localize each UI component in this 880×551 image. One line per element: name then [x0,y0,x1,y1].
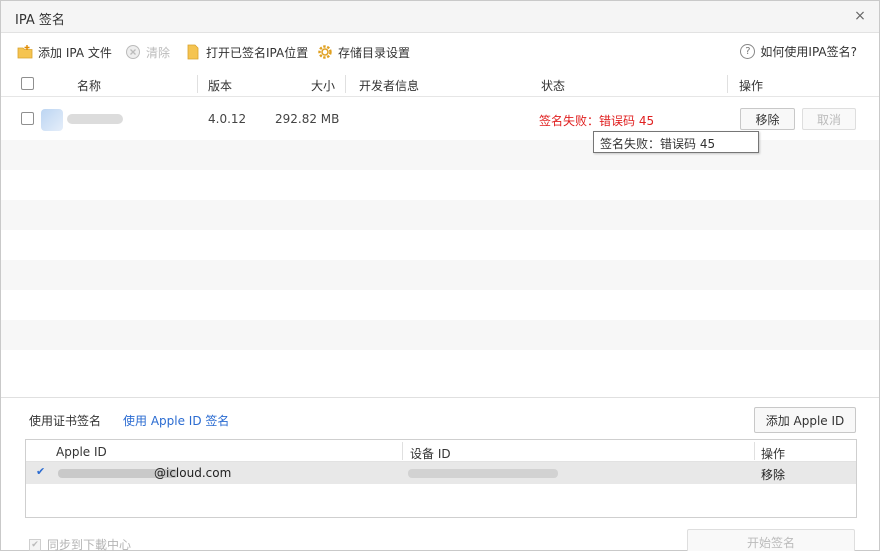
check-icon: ✔ [36,465,46,478]
app-size: 292.82 MB [275,112,340,126]
remove-button[interactable]: 移除 [740,108,795,130]
header-status: 状态 [541,79,566,93]
sync-option[interactable]: ✔ 同步到下載中心 [29,536,131,551]
app-icon [41,109,63,131]
remove-account-button[interactable]: 移除 [761,466,785,483]
sync-label: 同步到下載中心 [47,538,132,551]
device-id-redacted [408,469,558,478]
table-header: 名称 版本 大小 开发者信息 状态 操作 [1,71,879,97]
apple-id-table: Apple ID 设备 ID 操作 ✔ @icloud.com 移除 [25,439,857,518]
open-signed-label: 打开已签名IPA位置 [206,45,309,60]
apple-id-table-header: Apple ID 设备 ID 操作 [26,440,856,462]
window-title: IPA 签名 [15,13,65,28]
close-icon[interactable]: × [851,7,869,25]
app-version: 4.0.12 [208,112,247,126]
folder-icon [185,44,201,60]
folder-add-icon [17,44,33,60]
row-checkbox[interactable] [21,112,34,125]
header-developer: 开发者信息 [359,79,420,93]
gear-icon [317,44,333,60]
storage-settings-button[interactable]: 存储目录设置 [317,43,410,61]
apple-id-domain: @icloud.com [154,466,232,480]
header-version: 版本 [208,79,233,93]
sync-checkbox[interactable]: ✔ [29,538,41,551]
start-sign-button[interactable]: 开始签名 [687,529,855,551]
tab-apple-id-sign[interactable]: 使用 Apple ID 签名 [123,412,229,429]
app-name-redacted [67,114,123,124]
signing-mode-tabs: 使用证书签名 使用 Apple ID 签名 [29,412,229,429]
list-item[interactable]: ✔ @icloud.com 移除 [26,462,856,484]
ipa-sign-dialog: IPA 签名 × 添加 IPA 文件 清除 打开已签名IPA位置 存储目录设置 … [0,0,880,551]
clear-button[interactable]: 清除 [125,43,170,61]
title-bar: IPA 签名 × [1,1,879,33]
help-label: 如何使用IPA签名? [760,45,857,59]
header-device-id: 设备 ID [410,447,451,461]
add-ipa-label: 添加 IPA 文件 [38,45,112,60]
clear-label: 清除 [146,45,171,60]
storage-settings-label: 存储目录设置 [338,45,411,60]
toolbar: 添加 IPA 文件 清除 打开已签名IPA位置 存储目录设置 ? 如何使用IPA… [1,34,879,70]
header-action: 操作 [739,79,764,93]
header-apple-id: Apple ID [56,445,107,459]
status-tooltip: 签名失败：错误码 45 [593,131,759,153]
tab-cert-sign[interactable]: 使用证书签名 [29,412,101,429]
status-badge: 签名失败：错误码 45 [539,114,655,128]
add-apple-id-button[interactable]: 添加 Apple ID [754,407,856,433]
add-ipa-button[interactable]: 添加 IPA 文件 [17,43,112,61]
select-all-checkbox[interactable] [21,77,34,90]
question-icon: ? [740,44,756,59]
header-size: 大小 [311,79,336,93]
open-signed-location-button[interactable]: 打开已签名IPA位置 [185,43,308,61]
header-name: 名称 [77,79,102,93]
header-account-action: 操作 [761,447,786,461]
cancel-button[interactable]: 取消 [802,108,856,130]
help-link[interactable]: ? 如何使用IPA签名? [740,43,857,60]
clear-icon [125,44,141,60]
